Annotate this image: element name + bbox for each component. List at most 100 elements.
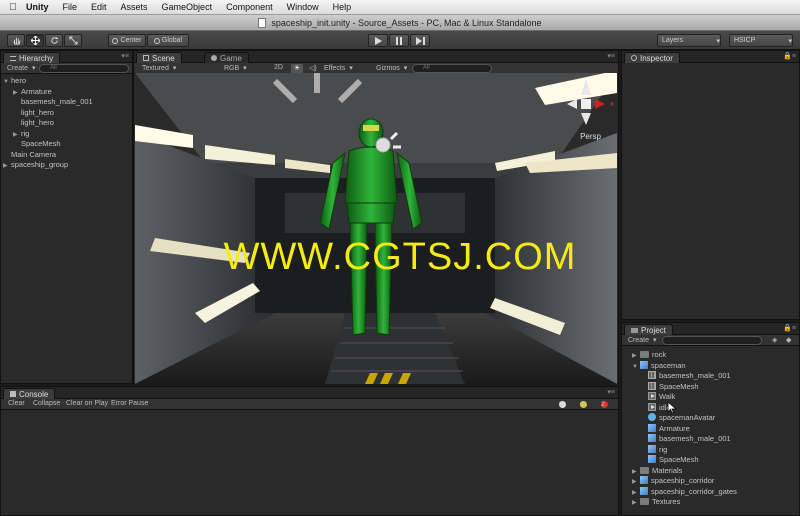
hierarchy-item[interactable]: ▶ Armature	[1, 87, 132, 98]
hierarchy-item[interactable]: SpaceMesh	[1, 139, 132, 150]
warning-count: 0	[580, 401, 584, 408]
hierarchy-tab-icon	[10, 55, 16, 61]
layers-dropdown[interactable]: Layers	[657, 34, 721, 47]
project-item[interactable]: ▶ spaceship_corridor_gates	[622, 486, 799, 498]
project-item[interactable]: rig	[622, 444, 799, 456]
hierarchy-item[interactable]: ▶ rig	[1, 129, 132, 140]
hierarchy-item-label: Armature	[21, 86, 52, 96]
menu-assets[interactable]: Assets	[121, 2, 148, 12]
tab-project[interactable]: Project	[624, 324, 673, 335]
apple-icon[interactable]: 	[0, 2, 26, 13]
project-item[interactable]: ▶ Materials	[622, 466, 799, 477]
tab-inspector[interactable]: Inspector	[624, 52, 680, 63]
tab-hierarchy[interactable]: Hierarchy	[3, 52, 61, 63]
panel-menu-icon[interactable]: ▾≡	[607, 388, 615, 396]
panel-menu-icon[interactable]: ▾≡	[121, 52, 129, 60]
project-panel: Project 🔒≡ Create ◈ ◆ ▶rock ▼spaceman ba…	[621, 322, 800, 516]
lock-icon[interactable]: 🔒≡	[783, 324, 796, 332]
hierarchy-item-label: light_hero	[21, 107, 54, 117]
hierarchy-item[interactable]: basemesh_male_001	[1, 97, 132, 108]
hierarchy-item[interactable]: ▼ hero	[1, 76, 132, 87]
warning-count-toggle[interactable]: 0	[577, 400, 587, 409]
hand-tool-button[interactable]	[7, 34, 25, 47]
hierarchy-item[interactable]: Main Camera	[1, 150, 132, 161]
projection-label[interactable]: Persp	[580, 132, 601, 141]
2d-toggle[interactable]: 2D	[274, 64, 283, 71]
project-item[interactable]: idle	[622, 402, 799, 414]
menu-app[interactable]: Unity	[26, 2, 49, 12]
audio-toggle-icon[interactable]: ◁)	[309, 64, 317, 72]
watermark-text: WWW.CGTSJ.COM	[223, 236, 577, 278]
shading-mode-dropdown[interactable]: Textured	[142, 64, 176, 72]
project-item[interactable]: Armature	[622, 423, 799, 435]
project-item[interactable]: basemesh_male_001	[622, 371, 799, 382]
menu-file[interactable]: File	[63, 2, 78, 12]
menu-edit[interactable]: Edit	[91, 2, 107, 12]
lighting-toggle-icon[interactable]: ☀	[291, 64, 303, 73]
tab-console[interactable]: Console	[3, 388, 56, 399]
mouse-pointer-icon	[667, 402, 677, 414]
rotate-tool-button[interactable]	[45, 34, 63, 47]
menu-gameobject[interactable]: GameObject	[162, 2, 213, 12]
panel-menu-icon[interactable]: ▾≡	[607, 52, 615, 60]
project-item[interactable]: Walk	[622, 392, 799, 403]
menu-window[interactable]: Window	[287, 2, 319, 12]
layout-dropdown[interactable]: HSICP	[729, 34, 793, 47]
tab-scene[interactable]: Scene	[136, 52, 182, 63]
project-create-button[interactable]: Create	[628, 336, 657, 344]
pause-button[interactable]	[389, 34, 409, 47]
filter-label-icon[interactable]: ◆	[786, 336, 791, 344]
project-item[interactable]: ▶ spaceship_corridor	[622, 476, 799, 487]
prefab-icon	[648, 423, 656, 432]
console-clear-button[interactable]: Clear	[8, 400, 25, 407]
console-tabbar: Console ▾≡	[1, 387, 618, 399]
filter-type-icon[interactable]: ◈	[772, 336, 777, 344]
hierarchy-item-label: SpaceMesh	[21, 139, 61, 148]
effects-dropdown[interactable]: Effects	[324, 64, 353, 72]
info-icon	[631, 55, 637, 61]
project-item[interactable]: ▶ rock	[622, 350, 799, 361]
menu-component[interactable]: Component	[226, 2, 273, 12]
hierarchy-create-button[interactable]: Create	[7, 64, 36, 72]
info-count: 0	[559, 401, 563, 408]
space-label: Global	[161, 37, 183, 44]
collapsed-arrow-icon[interactable]: ▶	[632, 498, 640, 509]
project-item[interactable]: spacemanAvatar	[622, 413, 799, 424]
collapsed-arrow-icon[interactable]: ▶	[3, 161, 11, 172]
tab-game[interactable]: Game	[204, 52, 249, 63]
hierarchy-item[interactable]: ▶ spaceship_group	[1, 160, 132, 171]
project-item[interactable]: basemesh_male_001	[622, 434, 799, 445]
scene-search-input[interactable]: All	[412, 64, 492, 73]
step-button[interactable]	[410, 34, 430, 47]
project-item[interactable]: ▶ Textures	[622, 497, 799, 508]
hierarchy-search-input[interactable]: All	[39, 64, 129, 73]
gizmos-dropdown[interactable]: Gizmos	[376, 64, 407, 72]
console-tab-label: Console	[19, 389, 49, 399]
space-global-toggle[interactable]: Global	[147, 34, 189, 47]
project-item-label: Materials	[652, 465, 683, 475]
console-error-pause-button[interactable]: Error Pause	[111, 400, 148, 407]
hierarchy-item[interactable]: light_hero	[1, 108, 132, 119]
project-item-label: rig	[659, 444, 668, 454]
console-clear-on-play-button[interactable]: Clear on Play	[66, 400, 108, 407]
play-button[interactable]	[368, 34, 388, 47]
lock-icon[interactable]: 🔒≡	[783, 52, 796, 60]
console-collapse-button[interactable]: Collapse	[33, 400, 60, 407]
info-count-toggle[interactable]: 0	[556, 400, 566, 409]
scene-viewport[interactable]: x Persp WWW.CGTSJ.COM	[135, 73, 617, 384]
hierarchy-tabbar: Hierarchy ▾≡	[1, 51, 132, 63]
move-tool-button[interactable]	[26, 34, 44, 47]
project-toolbar: Create ◈ ◆	[622, 335, 799, 346]
pivot-center-toggle[interactable]: Center	[108, 34, 146, 47]
project-item[interactable]: SpaceMesh	[622, 381, 799, 393]
project-item[interactable]: ▼ spaceman	[622, 360, 799, 372]
scale-tool-button[interactable]	[64, 34, 82, 47]
project-item-label: SpaceMesh	[659, 381, 699, 391]
hierarchy-item[interactable]: light_hero	[1, 118, 132, 129]
console-log-area[interactable]	[1, 410, 618, 515]
project-search-input[interactable]	[662, 336, 762, 345]
project-item[interactable]: SpaceMesh	[622, 455, 799, 466]
error-count-toggle[interactable]: 2	[598, 400, 608, 409]
menu-help[interactable]: Help	[333, 2, 352, 12]
render-mode-dropdown[interactable]: RGB	[224, 64, 247, 72]
